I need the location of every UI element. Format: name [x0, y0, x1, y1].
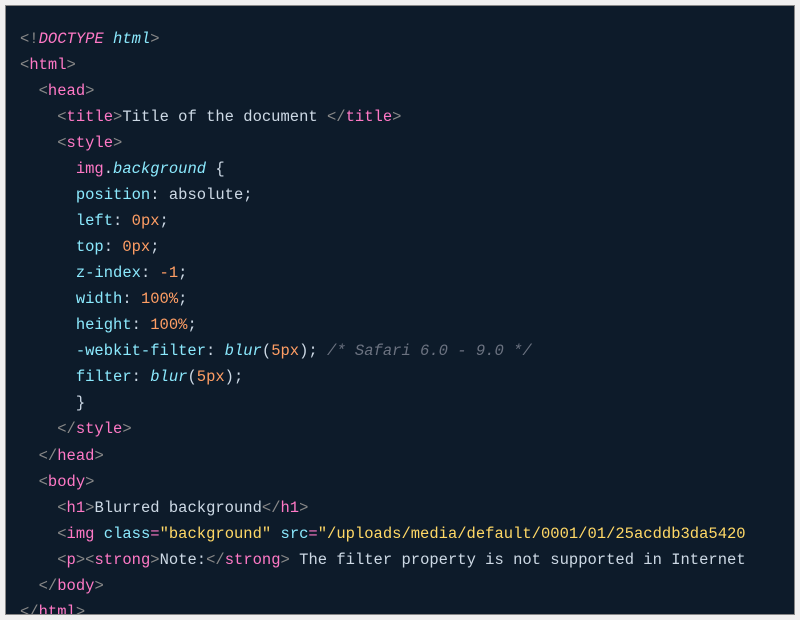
code-line: height: 100%;: [20, 312, 780, 338]
code-line: </head>: [20, 443, 780, 469]
code-line: width: 100%;: [20, 286, 780, 312]
code-line: }: [20, 390, 780, 416]
code-line: </style>: [20, 416, 780, 442]
code-line: filter: blur(5px);: [20, 364, 780, 390]
code-line: </body>: [20, 573, 780, 599]
code-line: <!DOCTYPE html>: [20, 26, 780, 52]
code-line: <p><strong>Note:</strong> The filter pro…: [20, 547, 780, 573]
code-line: </html>: [20, 599, 780, 615]
code-line: top: 0px;: [20, 234, 780, 260]
code-line: <style>: [20, 130, 780, 156]
code-line: img.background {: [20, 156, 780, 182]
code-line: -webkit-filter: blur(5px); /* Safari 6.0…: [20, 338, 780, 364]
code-line: <h1>Blurred background</h1>: [20, 495, 780, 521]
code-line: <html>: [20, 52, 780, 78]
code-line: <title>Title of the document </title>: [20, 104, 780, 130]
code-line: position: absolute;: [20, 182, 780, 208]
code-editor[interactable]: <!DOCTYPE html> <html> <head> <title>Tit…: [5, 5, 795, 615]
code-line: z-index: -1;: [20, 260, 780, 286]
code-line: <head>: [20, 78, 780, 104]
code-line: <img class="background" src="/uploads/me…: [20, 521, 780, 547]
code-line: <body>: [20, 469, 780, 495]
code-line: left: 0px;: [20, 208, 780, 234]
